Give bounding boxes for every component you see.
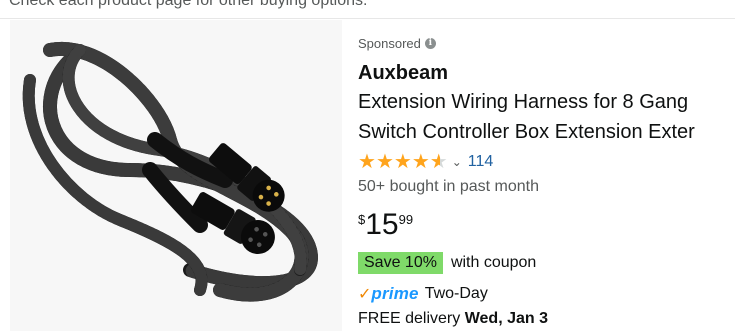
prime-row: ✓ prime Two-Day	[358, 284, 735, 304]
prime-shipping-text: Two-Day	[424, 285, 488, 302]
rating-row[interactable]: ★ ★ ★ ★ ★ ⌄ 114	[358, 151, 735, 173]
rating-count-link[interactable]: 114	[468, 153, 494, 171]
coupon-text: with coupon	[450, 254, 537, 271]
delivery-prefix: FREE delivery	[358, 310, 465, 327]
prime-check-icon: ✓	[358, 286, 372, 303]
star-icon: ★	[393, 151, 412, 173]
chevron-down-icon[interactable]: ⌄	[452, 155, 462, 169]
cable-illustration	[22, 41, 318, 302]
coupon-badge: Save 10%	[358, 252, 443, 274]
star-rating[interactable]: ★ ★ ★ ★ ★	[358, 152, 448, 172]
product-title-line-1[interactable]: Extension Wiring Harness for 8 Gang	[358, 87, 735, 117]
star-icon: ★	[375, 151, 394, 173]
coupon-row: Save 10% with coupon	[358, 252, 735, 274]
product-title-line-2[interactable]: Switch Controller Box Extension Exter	[358, 117, 735, 147]
delivery-date: Wed, Jan 3	[464, 310, 548, 327]
info-icon[interactable]: i	[424, 37, 436, 49]
star-icon: ★	[358, 151, 376, 173]
price-whole: 15	[365, 208, 399, 241]
prime-logo: prime	[371, 284, 419, 303]
price[interactable]: $ 15 99	[358, 208, 735, 246]
divider	[0, 18, 735, 19]
price-fraction: 99	[398, 212, 414, 227]
product-image[interactable]	[10, 20, 342, 331]
price-symbol: $	[358, 212, 366, 227]
sponsored-label[interactable]: Sponsored i	[358, 34, 735, 52]
buying-options-note: Check each product page for other buying…	[9, 0, 368, 9]
sponsored-text: Sponsored	[358, 35, 421, 51]
delivery-info: FREE delivery Wed, Jan 3	[358, 310, 735, 328]
half-star-icon: ★	[429, 151, 448, 173]
product-info: Sponsored i Auxbeam Extension Wiring Har…	[358, 34, 735, 328]
product-title-link[interactable]: Extension Wiring Harness for 8 Gang Swit…	[358, 87, 735, 147]
star-icon: ★	[411, 151, 430, 173]
bought-count: 50+ bought in past month	[358, 178, 540, 195]
product-brand: Auxbeam	[358, 62, 449, 84]
